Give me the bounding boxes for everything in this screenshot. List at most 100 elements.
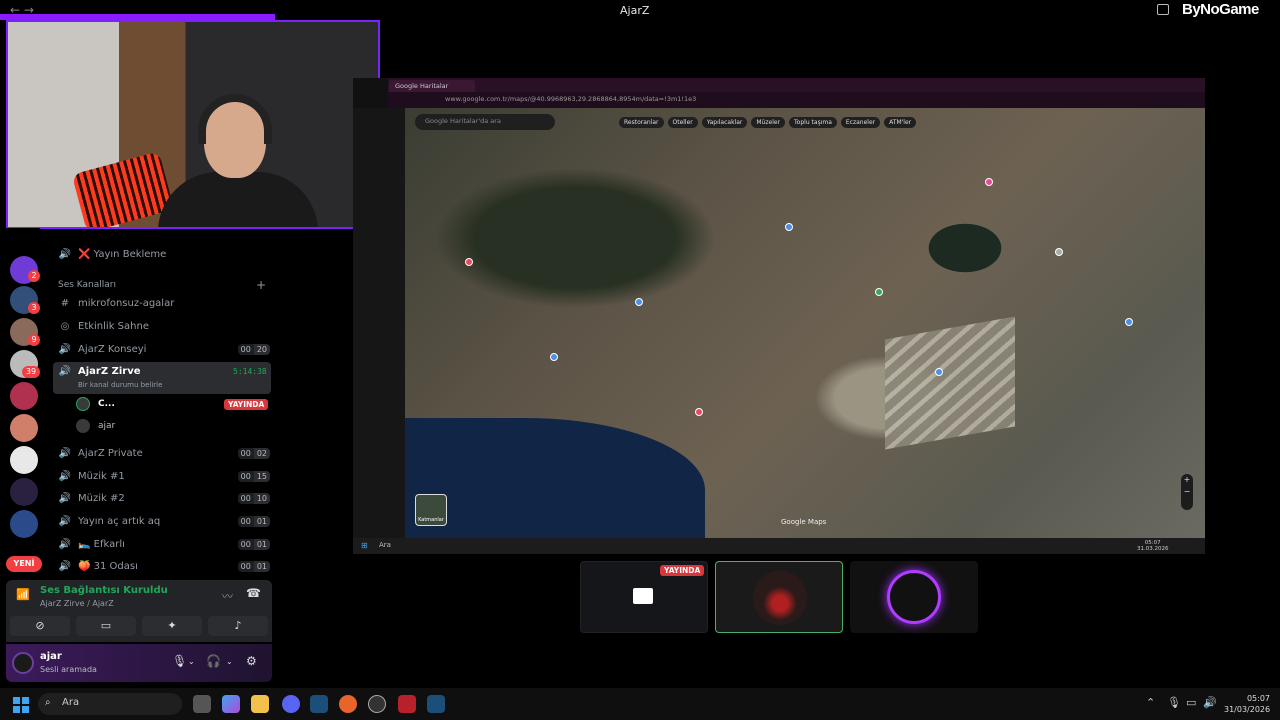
chip-museums[interactable]: Müzeler	[751, 117, 786, 128]
chip-atms[interactable]: ATM'ler	[884, 117, 917, 128]
steam-icon[interactable]	[310, 695, 328, 713]
map-pin-icon[interactable]	[695, 408, 703, 416]
chip-restaurants[interactable]: Restoranlar	[619, 117, 664, 128]
voice-status-title[interactable]: Ses Bağlantısı Kuruldu	[40, 585, 168, 596]
screen-share-icon	[633, 588, 653, 604]
user-name: ajar	[98, 421, 116, 431]
channel-item[interactable]: 🔊 Yayın aç artık aq 00 01	[56, 510, 270, 532]
map-pin-icon[interactable]	[935, 368, 943, 376]
task-view-icon[interactable]	[193, 695, 211, 713]
map-pin-icon[interactable]	[465, 258, 473, 266]
server-icon[interactable]	[10, 478, 38, 506]
participant-tile-selected[interactable]	[715, 561, 843, 633]
chip-things-to-do[interactable]: Yapılacaklar	[701, 117, 748, 128]
obs-icon[interactable]	[368, 695, 386, 713]
brand-watermark: ByNoGame	[1182, 1, 1259, 18]
channel-name: mikrofonsuz-agalar	[78, 297, 175, 309]
channel-item[interactable]: ◎ Etkinlik Sahne	[56, 315, 270, 337]
map-pin-icon[interactable]	[1055, 248, 1063, 256]
channel-item[interactable]: 🔊 ❌ Yayın Bekleme	[56, 243, 270, 265]
chevron-up-icon[interactable]: ⌃	[1146, 696, 1155, 709]
channel-item[interactable]: 🔊 AjarZ Konseyi 00 20	[56, 338, 270, 360]
map-pin-icon[interactable]	[550, 353, 558, 361]
server-icon[interactable]	[10, 414, 38, 442]
channel-name: Müzik #1	[78, 470, 125, 482]
avatar	[76, 397, 90, 411]
user-limit: 00 01	[237, 560, 270, 572]
shared-search-text: Ara	[379, 541, 391, 549]
map-pin-icon[interactable]	[985, 178, 993, 186]
mention-badge: 3	[28, 302, 40, 314]
discord-icon[interactable]	[282, 695, 300, 713]
user-status: Sesli aramada	[40, 665, 97, 674]
app-icon[interactable]	[398, 695, 416, 713]
map-pin-icon[interactable]	[875, 288, 883, 296]
disconnect-icon[interactable]: ☎	[246, 586, 261, 600]
steam-icon[interactable]	[427, 695, 445, 713]
channel-item[interactable]: 🔊 Müzik #1 00 15	[56, 465, 270, 487]
taskbar-search-input[interactable]: Ara	[38, 693, 182, 715]
channel-name: AjarZ Private	[78, 447, 143, 459]
microphone-icon[interactable]: 🎙	[1167, 696, 1181, 709]
chevron-down-icon[interactable]: ⌄	[226, 657, 233, 666]
volume-icon[interactable]: 🔊	[1203, 696, 1217, 709]
chip-pharmacies[interactable]: Eczaneler	[840, 117, 881, 128]
channel-status[interactable]: Bir kanal durumu belirle	[78, 381, 162, 389]
noise-suppression-icon[interactable]: 〰	[222, 588, 233, 604]
shared-screen-taskbar	[353, 538, 1205, 554]
participant-tile[interactable]	[850, 561, 978, 633]
screen-share-view[interactable]: Google Haritalar www.google.com.tr/maps/…	[353, 78, 1205, 554]
channel-name: ❌ Yayın Bekleme	[78, 248, 167, 260]
soundboard-button[interactable]: ♪	[208, 616, 268, 636]
url-text[interactable]: www.google.com.tr/maps/@40.9968963,29.28…	[445, 95, 696, 103]
browser-tab[interactable]: Google Haritalar	[389, 80, 475, 92]
file-explorer-icon[interactable]	[251, 695, 269, 713]
channel-name: 🛌 Efkarlı	[78, 538, 125, 550]
inbox-icon[interactable]	[1157, 4, 1169, 15]
windows-start-icon: ⊞	[361, 541, 368, 550]
layers-button[interactable]: Katmanlar	[415, 494, 447, 526]
channel-item[interactable]: 🔊 🛌 Efkarlı 00 01	[56, 533, 270, 555]
windows-start-icon[interactable]	[13, 697, 29, 713]
server-icon[interactable]	[10, 446, 38, 474]
activities-button[interactable]: ✦	[142, 616, 202, 636]
mention-badge: 2	[28, 270, 40, 282]
signal-icon[interactable]: 📶	[16, 588, 30, 601]
camera-off-button[interactable]: ⊘	[10, 616, 70, 636]
map-search-input[interactable]: Google Haritalar'da ara	[415, 114, 555, 130]
zoom-controls[interactable]: + −	[1181, 474, 1193, 510]
firefox-icon[interactable]	[339, 695, 357, 713]
add-channel-icon[interactable]: +	[256, 278, 266, 292]
network-icon[interactable]: ▭	[1186, 696, 1196, 709]
headphones-icon[interactable]: 🎧	[206, 654, 221, 668]
chip-transit[interactable]: Toplu taşıma	[789, 117, 837, 128]
map-pin-icon[interactable]	[635, 298, 643, 306]
avatar[interactable]	[12, 652, 34, 674]
chevron-down-icon[interactable]: ⌄	[188, 657, 195, 666]
settings-gear-icon[interactable]: ⚙	[246, 654, 257, 668]
user-name: C...	[98, 399, 115, 409]
channel-list: 🔊 ❌ Yayın Bekleme Ses Kanalları + # mikr…	[50, 240, 272, 578]
map-pin-icon[interactable]	[1125, 318, 1133, 326]
channel-item[interactable]: 🔊 Müzik #2 00 10	[56, 487, 270, 509]
map-pin-icon[interactable]	[785, 223, 793, 231]
screen-share-button[interactable]: ▭	[76, 616, 136, 636]
channel-name: Yayın aç artık aq	[78, 515, 161, 527]
speaker-icon: 🔊	[58, 470, 72, 482]
server-icon[interactable]	[10, 382, 38, 410]
server-icon[interactable]	[10, 510, 38, 538]
channel-item[interactable]: # mikrofonsuz-agalar	[56, 292, 270, 314]
channel-item[interactable]: 🔊 🍑 31 Odası 00 01	[56, 555, 270, 577]
microphone-icon[interactable]: 🎙	[172, 654, 187, 668]
copilot-icon[interactable]	[222, 695, 240, 713]
channel-item[interactable]: 🔊 AjarZ Private 00 02	[56, 442, 270, 464]
category-header[interactable]: Ses Kanalları	[58, 280, 116, 290]
chip-hotels[interactable]: Oteller	[667, 117, 698, 128]
voice-status-subtitle[interactable]: AjarZ Zirve / AjarZ	[40, 599, 114, 608]
shared-clock: 05:07 31.03.2026	[1137, 540, 1169, 552]
voice-user[interactable]: C...	[76, 397, 115, 411]
taskbar-clock[interactable]: 05:07 31/03/2026	[1224, 693, 1270, 715]
user-name[interactable]: ajar	[40, 651, 62, 662]
voice-user[interactable]: ajar	[76, 419, 115, 433]
speaker-icon: 🔊	[58, 447, 72, 459]
